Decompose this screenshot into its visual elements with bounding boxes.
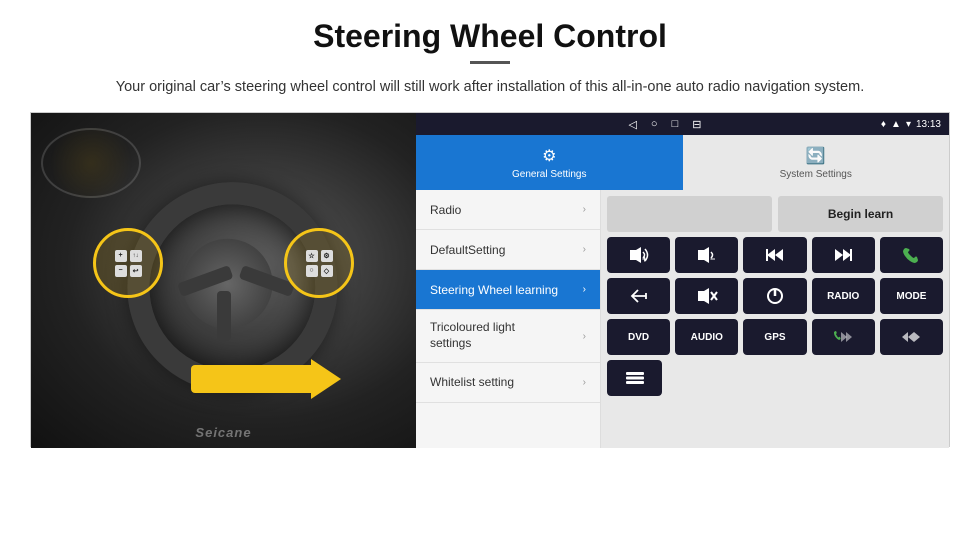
settings-list: Radio › DefaultSetting › Steering Wheel … xyxy=(416,190,601,448)
tab-system-settings[interactable]: 🔄 System Settings xyxy=(683,135,950,190)
content-area: + ↑↓ − ↩ ☆ ⚙ ○ ◇ xyxy=(30,112,950,447)
next-track-button[interactable] xyxy=(812,237,875,273)
svg-text:+: + xyxy=(642,254,647,264)
ctrl-row3: RADIO MODE xyxy=(607,278,943,314)
status-icons: ♦ ▲ ▾ 13:13 xyxy=(881,119,941,130)
chevron-icon: › xyxy=(583,244,586,255)
gps-button[interactable]: GPS xyxy=(743,319,806,355)
prev-track-button[interactable] xyxy=(743,237,806,273)
vol-up-button[interactable]: + xyxy=(607,237,670,273)
android-ui: ◁ ○ □ ⊟ ♦ ▲ ▾ 13:13 ⚙ General Settings xyxy=(416,113,949,448)
recents-nav-icon[interactable]: □ xyxy=(672,118,679,131)
arrow-pointer xyxy=(191,365,311,393)
tab-general-settings[interactable]: ⚙ General Settings xyxy=(416,135,683,190)
menu-button[interactable] xyxy=(607,360,662,396)
page-subtitle: Your original car’s steering wheel contr… xyxy=(110,76,870,98)
ctrl-row5 xyxy=(607,360,943,396)
time-display: 13:13 xyxy=(916,119,941,130)
settings-item-radio[interactable]: Radio › xyxy=(416,190,600,230)
settings-item-steering[interactable]: Steering Wheel learning › xyxy=(416,270,600,310)
chevron-icon: › xyxy=(583,284,586,295)
page-title: Steering Wheel Control xyxy=(30,18,950,55)
row1: Begin learn xyxy=(607,196,943,232)
tab-bar: ⚙ General Settings 🔄 System Settings xyxy=(416,135,949,190)
right-control-panel: Begin learn + − xyxy=(601,190,949,448)
right-button-cluster: ☆ ⚙ ○ ◇ xyxy=(284,228,354,298)
radio-button[interactable]: RADIO xyxy=(812,278,875,314)
phone-prev-button[interactable] xyxy=(812,319,875,355)
begin-learn-button[interactable]: Begin learn xyxy=(778,196,943,232)
chevron-icon: › xyxy=(583,331,586,342)
audio-button[interactable]: AUDIO xyxy=(675,319,738,355)
status-bar: ◁ ○ □ ⊟ ♦ ▲ ▾ 13:13 xyxy=(416,113,949,135)
ctrl-row2: + − xyxy=(607,237,943,273)
mute-button[interactable] xyxy=(675,278,738,314)
watermark: Seicane xyxy=(195,425,251,440)
settings-item-default[interactable]: DefaultSetting › xyxy=(416,230,600,270)
app-nav-icon[interactable]: ⊟ xyxy=(692,118,701,131)
general-settings-icon: ⚙ xyxy=(542,146,556,166)
home-nav-icon[interactable]: ○ xyxy=(651,118,658,131)
signal-icon: ▲ xyxy=(891,119,901,130)
phone-button[interactable] xyxy=(880,237,943,273)
mode-button[interactable]: MODE xyxy=(880,278,943,314)
left-button-cluster: + ↑↓ − ↩ xyxy=(93,228,163,298)
settings-area: Radio › DefaultSetting › Steering Wheel … xyxy=(416,190,949,448)
steering-wheel-image: + ↑↓ − ↩ ☆ ⚙ ○ ◇ xyxy=(31,113,416,448)
ctrl-row4: DVD AUDIO GPS xyxy=(607,319,943,355)
prev-next-button[interactable] xyxy=(880,319,943,355)
location-icon: ♦ xyxy=(881,119,886,130)
settings-item-whitelist[interactable]: Whitelist setting › xyxy=(416,363,600,403)
chevron-icon: › xyxy=(583,204,586,215)
blank-slot xyxy=(607,196,772,232)
tab-general-label: General Settings xyxy=(512,169,587,180)
chevron-icon: › xyxy=(583,377,586,388)
svg-text:−: − xyxy=(710,254,715,264)
power-button[interactable] xyxy=(743,278,806,314)
tab-system-label: System Settings xyxy=(780,169,852,180)
settings-item-tricolour[interactable]: Tricoloured light settings › xyxy=(416,310,600,362)
back-nav-icon[interactable]: ◁ xyxy=(628,118,636,131)
nav-icons: ◁ ○ □ ⊟ xyxy=(424,118,876,131)
dvd-button[interactable]: DVD xyxy=(607,319,670,355)
back-button[interactable] xyxy=(607,278,670,314)
wifi-icon: ▾ xyxy=(906,119,911,130)
title-divider xyxy=(470,61,510,64)
vol-down-button[interactable]: − xyxy=(675,237,738,273)
system-settings-icon: 🔄 xyxy=(806,146,826,166)
spoke-bottom xyxy=(217,291,231,341)
